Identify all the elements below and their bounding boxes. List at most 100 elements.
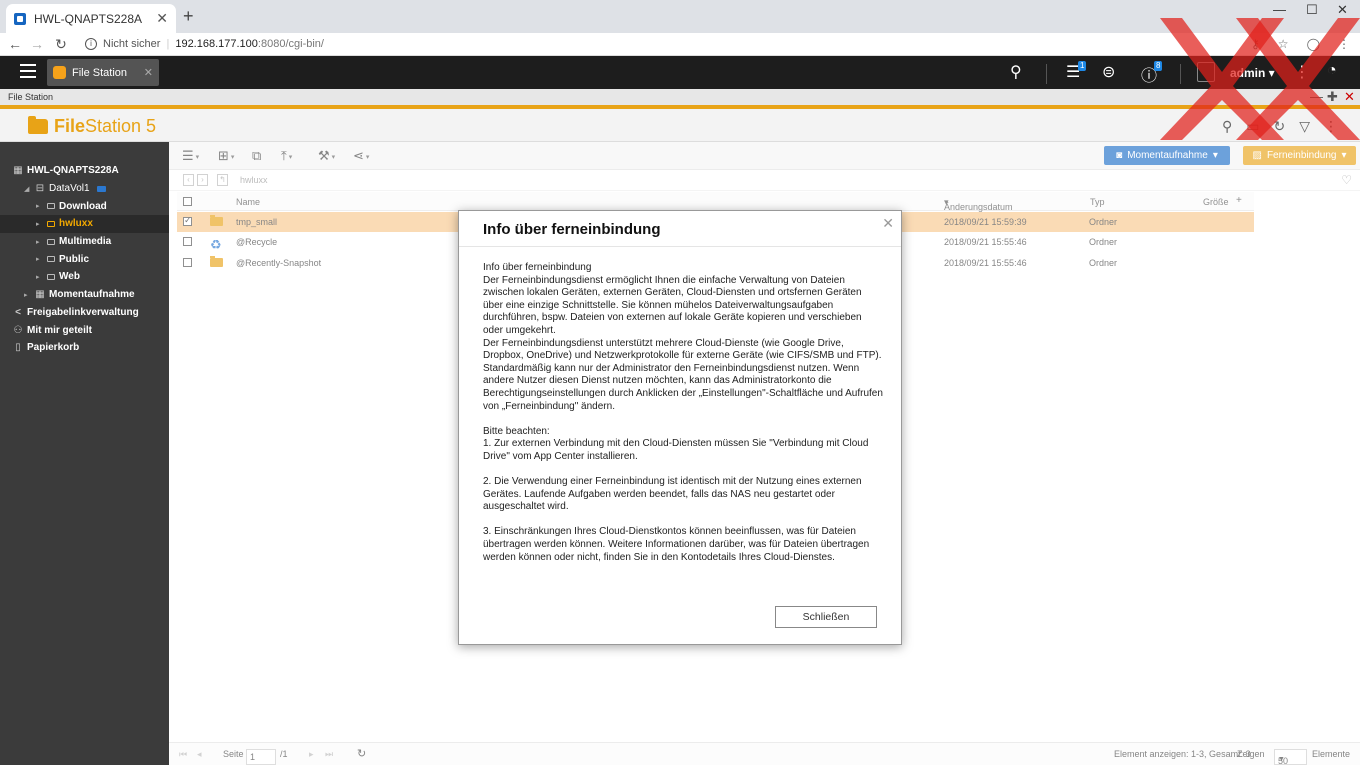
- volume-icon: ⊟: [35, 183, 45, 195]
- nas-icon: ▦: [13, 165, 23, 177]
- more-options-icon[interactable]: ⋮: [1294, 62, 1310, 82]
- sidebar-item-multimedia[interactable]: ▸ Multimedia: [0, 233, 169, 251]
- search-icon[interactable]: ⚲: [1010, 62, 1022, 82]
- qnap-favicon-icon: [14, 12, 26, 25]
- sidebar-item-label: Multimedia: [59, 236, 112, 248]
- filestation-app-icon: [53, 66, 66, 79]
- expand-arrow-icon[interactable]: ▸: [36, 220, 43, 228]
- close-tab-icon[interactable]: ✕: [156, 10, 168, 27]
- more-icon[interactable]: ⋮: [1324, 118, 1338, 135]
- sidebar-item-snapshot[interactable]: ▸ ▦ Momentaufnahme: [0, 286, 169, 304]
- site-info-icon[interactable]: i: [85, 38, 97, 50]
- main-menu-icon[interactable]: [20, 64, 36, 78]
- reload-icon[interactable]: ↻: [51, 36, 71, 53]
- sidebar-item-hwluxx[interactable]: ▸ hwluxx: [0, 215, 169, 233]
- sidebar-item-trash[interactable]: ▯ Papierkorb: [0, 339, 169, 357]
- user-menu[interactable]: admin ▾: [1230, 66, 1275, 80]
- browser-tabstrip: HWL-QNAPTS228A ✕ + — ☐ ✕: [0, 0, 1360, 33]
- trash-icon: ▯: [15, 342, 21, 354]
- folder-icon: [28, 116, 48, 134]
- expand-arrow-icon[interactable]: ▸: [36, 202, 43, 210]
- window-title: File Station: [0, 89, 1360, 105]
- user-avatar[interactable]: [1197, 62, 1215, 82]
- shared-users-icon: ⚇: [13, 324, 23, 336]
- qts-topbar: File Station ✕ ⚲ ☰ 1 ⊜ ⓘ 8 admin ▾ ⋮ ◔: [0, 56, 1360, 89]
- folder-icon: [47, 238, 55, 245]
- url-path[interactable]: :8080/cgi-bin/: [258, 38, 324, 50]
- external-device-icon[interactable]: ⊜: [1102, 62, 1115, 82]
- sidebar-item-label: HWL-QNAPTS228A: [27, 165, 119, 177]
- collapse-arrow-icon[interactable]: ◢: [24, 185, 31, 193]
- app-tab-filestation[interactable]: File Station ✕: [47, 59, 159, 86]
- window-close-icon[interactable]: ✕: [1344, 89, 1355, 105]
- sidebar-item-label: Public: [59, 253, 90, 265]
- new-tab-button[interactable]: +: [183, 6, 194, 27]
- dialog-text: Der Ferneinbindungsdienst unterstützt me…: [483, 337, 882, 362]
- user-name: admin: [1230, 66, 1266, 80]
- sidebar-item-download[interactable]: ▸ Download: [0, 197, 169, 215]
- sidebar-item-public[interactable]: ▸ Public: [0, 250, 169, 268]
- header-tools: ⚲ ▭ ↻ ▽ ⋮: [1222, 118, 1338, 135]
- topbar-divider: [1180, 64, 1181, 84]
- sidebar-item-label: DataVol1: [49, 183, 90, 195]
- profile-icon[interactable]: ◯: [1307, 37, 1320, 51]
- expand-arrow-icon[interactable]: ▸: [36, 255, 43, 263]
- sidebar-item-label: hwluxx: [59, 218, 93, 230]
- browser-menu-icon[interactable]: ⋮: [1338, 37, 1350, 51]
- expand-arrow-icon[interactable]: ▸: [36, 273, 43, 281]
- sidebar-item-datavol1[interactable]: ◢ ⊟ DataVol1: [0, 180, 169, 198]
- key-icon[interactable]: ⚷: [1251, 37, 1260, 51]
- bookmark-star-icon[interactable]: ☆: [1278, 37, 1289, 51]
- volume-badge-icon: [96, 185, 106, 192]
- url-host[interactable]: 192.168.177.100: [175, 38, 258, 50]
- sidebar-item-shared-with-me[interactable]: ⚇ Mit mir geteilt: [0, 321, 169, 339]
- dialog-text: Standardmäßig kann nur der Administrator…: [483, 362, 883, 412]
- refresh-icon[interactable]: ↻: [1273, 118, 1285, 135]
- maximize-icon[interactable]: ☐: [1306, 2, 1318, 18]
- dialog-divider: [459, 246, 901, 247]
- address-bar: ← → ↻ i Nicht sicher | 192.168.177.100:8…: [0, 33, 1360, 56]
- tasks-badge: 1: [1078, 61, 1087, 71]
- close-button[interactable]: Schließen: [775, 606, 877, 628]
- dialog-body: Info über ferneinbindung Der Ferneinbind…: [483, 262, 883, 564]
- sidebar-item-label: Freigabelinkverwaltung: [27, 306, 139, 318]
- sidebar-item-sharelinks[interactable]: < Freigabelinkverwaltung: [0, 304, 169, 322]
- window-maximize-icon[interactable]: ✚: [1327, 89, 1338, 105]
- browser-tab[interactable]: HWL-QNAPTS228A ✕: [6, 4, 176, 33]
- omnibar-actions: ⚷ ☆ ◯ ⋮: [1251, 37, 1350, 51]
- info-dialog: Info über ferneinbindung ✕ Info über fer…: [458, 210, 902, 645]
- sidebar-item-label: Momentaufnahme: [49, 289, 135, 301]
- sidebar-item-nas[interactable]: ▦ HWL-QNAPTS228A: [0, 162, 169, 180]
- filter-icon[interactable]: ▽: [1299, 118, 1310, 135]
- url-separator: |: [166, 38, 170, 50]
- expand-arrow-icon[interactable]: ▸: [24, 291, 31, 299]
- folder-icon: [47, 220, 55, 227]
- dashboard-gauge-icon[interactable]: ◔: [1327, 62, 1337, 80]
- app-brand: FileStation 5: [28, 116, 156, 137]
- close-window-icon[interactable]: ✕: [1337, 2, 1348, 18]
- sidebar-item-label: Papierkorb: [27, 342, 80, 354]
- expand-arrow-icon[interactable]: ▸: [36, 238, 43, 246]
- dialog-title: Info über ferneinbindung: [483, 221, 661, 238]
- security-status: Nicht sicher: [103, 38, 161, 50]
- back-icon[interactable]: ←: [5, 36, 25, 52]
- window-minimize-icon[interactable]: —: [1310, 89, 1323, 105]
- dialog-close-icon[interactable]: ✕: [882, 215, 894, 232]
- forward-icon[interactable]: →: [27, 36, 47, 52]
- folder-icon: [47, 203, 55, 210]
- snapshot-icon: ▦: [35, 289, 45, 301]
- sidebar: ▦ HWL-QNAPTS228A ◢ ⊟ DataVol1 ▸ Download ▸ hw…: [0, 142, 169, 765]
- dialog-text: 3. Einschränkungen Ihres Cloud-Dienstkon…: [483, 526, 870, 563]
- dialog-text: Der Ferneinbindungsdienst ermöglicht Ihn…: [483, 274, 862, 336]
- brand-suffix: Station 5: [85, 116, 157, 136]
- share-icon: <: [15, 306, 21, 318]
- media-view-icon[interactable]: ▭: [1246, 118, 1259, 135]
- minimize-icon[interactable]: —: [1273, 2, 1286, 17]
- close-app-tab-icon[interactable]: ✕: [144, 66, 153, 79]
- sidebar-item-label: Download: [59, 200, 107, 212]
- folder-icon: [47, 256, 55, 263]
- dialog-text: 2. Die Verwendung einer Ferneinbindung i…: [483, 476, 862, 513]
- sidebar-item-web[interactable]: ▸ Web: [0, 268, 169, 286]
- search-icon[interactable]: ⚲: [1222, 118, 1232, 135]
- info-badge: 8: [1154, 61, 1163, 71]
